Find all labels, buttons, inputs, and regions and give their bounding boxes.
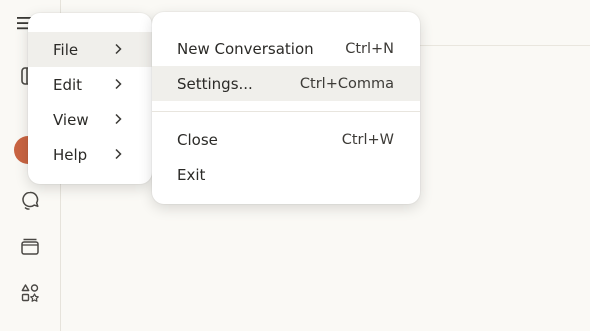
menu-item-label: Exit xyxy=(177,165,206,184)
menu-item-file[interactable]: File xyxy=(28,32,152,67)
chats-icon[interactable] xyxy=(18,188,42,212)
menu-item-exit[interactable]: Exit xyxy=(152,157,420,192)
app-menu: File Edit View Help xyxy=(28,13,152,184)
artifacts-icon[interactable] xyxy=(18,281,42,305)
menu-item-label: Edit xyxy=(53,75,83,94)
menu-item-shortcut: Ctrl+N xyxy=(345,40,394,57)
chevron-right-icon xyxy=(115,148,122,160)
menu-separator xyxy=(152,111,420,112)
projects-icon[interactable] xyxy=(18,234,42,258)
chevron-right-icon xyxy=(115,113,122,125)
menu-item-new-conversation[interactable]: New Conversation Ctrl+N xyxy=(152,31,420,66)
menu-item-settings[interactable]: Settings... Ctrl+Comma xyxy=(152,66,420,101)
menu-item-label: File xyxy=(53,40,79,59)
menu-item-shortcut: Ctrl+Comma xyxy=(299,75,394,92)
chevron-right-icon xyxy=(115,43,122,55)
menu-item-label: View xyxy=(53,110,89,129)
menu-item-help[interactable]: Help xyxy=(28,137,152,172)
app-window: File Edit View Help New Conversation Ctr… xyxy=(0,0,590,331)
menu-item-label: New Conversation xyxy=(177,39,314,58)
menu-item-view[interactable]: View xyxy=(28,102,152,137)
file-submenu: New Conversation Ctrl+N Settings... Ctrl… xyxy=(152,12,420,204)
menu-item-shortcut: Ctrl+W xyxy=(341,131,394,148)
menu-item-close[interactable]: Close Ctrl+W xyxy=(152,122,420,157)
menu-item-label: Settings... xyxy=(177,74,253,93)
menu-item-edit[interactable]: Edit xyxy=(28,67,152,102)
menu-item-label: Close xyxy=(177,130,218,149)
menu-item-label: Help xyxy=(53,145,88,164)
chevron-right-icon xyxy=(115,78,122,90)
